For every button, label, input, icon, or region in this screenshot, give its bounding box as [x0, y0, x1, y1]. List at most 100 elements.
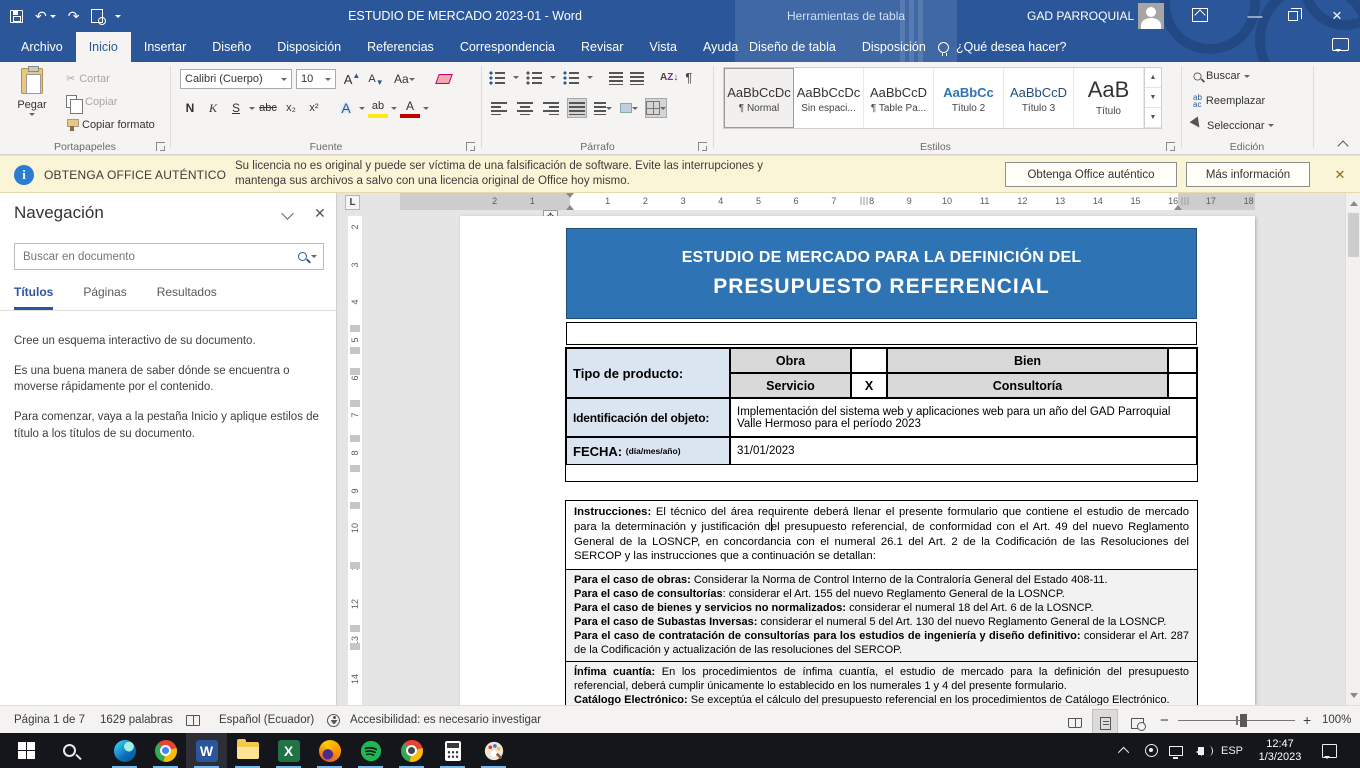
- proofing-icon[interactable]: [186, 706, 200, 734]
- style-heading3[interactable]: AaBbCcDTítulo 3: [1004, 68, 1074, 128]
- decrease-indent-icon[interactable]: [609, 71, 623, 85]
- clear-formatting-button[interactable]: [434, 69, 454, 89]
- edge-taskbar-button[interactable]: [104, 733, 145, 768]
- obra-cell[interactable]: Obra: [730, 348, 851, 373]
- format-painter-button[interactable]: Copiar formato: [62, 117, 159, 133]
- chrome-taskbar-button[interactable]: [145, 733, 186, 768]
- strikethrough-button[interactable]: abc: [258, 98, 278, 118]
- avatar[interactable]: [1138, 3, 1164, 29]
- multilevel-list-icon[interactable]: [563, 71, 580, 85]
- pilcrow-icon[interactable]: ¶: [685, 70, 692, 85]
- network-icon[interactable]: [1164, 733, 1188, 768]
- styles-dialog-launcher[interactable]: [1166, 142, 1175, 151]
- sort-icon[interactable]: AZ↓: [660, 72, 678, 83]
- change-case-button[interactable]: Aa: [394, 69, 415, 89]
- feedback-icon[interactable]: [1332, 38, 1349, 51]
- more-info-button[interactable]: Más información: [1186, 162, 1310, 187]
- object-value-cell[interactable]: Implementación del sistema web y aplicac…: [730, 398, 1197, 437]
- shrink-font-button[interactable]: A▼: [366, 69, 386, 89]
- servicio-mark-cell[interactable]: X: [851, 373, 887, 398]
- ribbon-tab[interactable]: Diseño: [199, 32, 264, 62]
- nav-tab[interactable]: Títulos: [14, 285, 53, 310]
- word-taskbar-button[interactable]: W: [186, 733, 227, 768]
- collapse-ribbon-icon[interactable]: [1336, 138, 1350, 148]
- font-name-combo[interactable]: Calibri (Cuerpo): [180, 69, 292, 89]
- zoom-in-icon[interactable]: +: [1303, 706, 1311, 734]
- clock-tray[interactable]: 12:471/3/2023: [1250, 733, 1310, 768]
- grow-font-button[interactable]: A▲: [342, 69, 362, 89]
- superscript-button[interactable]: x²: [304, 98, 324, 118]
- close-button[interactable]: ×: [1320, 0, 1354, 32]
- doc-empty-row[interactable]: [566, 322, 1197, 345]
- style-title[interactable]: AaBTítulo: [1074, 68, 1144, 128]
- warning-close-icon[interactable]: ✕: [1330, 165, 1350, 185]
- v-ruler[interactable]: 234567891011121314: [348, 216, 362, 705]
- chrome-alt-taskbar-button[interactable]: [391, 733, 432, 768]
- redo-icon[interactable]: ↷: [68, 8, 80, 25]
- print-preview-icon[interactable]: [91, 9, 103, 23]
- date-label-cell[interactable]: FECHA: (día/mes/año): [566, 437, 730, 465]
- nav-search-icon[interactable]: [298, 252, 307, 261]
- product-type-label-cell[interactable]: Tipo de producto:: [566, 348, 730, 398]
- get-office-button[interactable]: Obtenga Office auténtico: [1005, 162, 1177, 187]
- style-table-paragraph[interactable]: AaBbCcD¶ Table Pa...: [864, 68, 934, 128]
- minimize-button[interactable]: —: [1238, 0, 1272, 32]
- numbered-list-icon[interactable]: [526, 71, 543, 85]
- nav-search-caret[interactable]: [311, 255, 317, 261]
- page-indicator[interactable]: Página 1 de 7: [14, 706, 85, 734]
- increase-indent-icon[interactable]: [630, 71, 644, 85]
- firefox-taskbar-button[interactable]: [309, 733, 350, 768]
- highlight-button[interactable]: ab: [368, 98, 388, 118]
- text-effects-button[interactable]: A: [336, 98, 356, 118]
- ribbon-display-options-icon[interactable]: [1192, 8, 1208, 22]
- ribbon-tab[interactable]: Archivo: [8, 32, 76, 62]
- align-center-button[interactable]: [515, 98, 535, 118]
- paste-button[interactable]: Pegar: [10, 68, 54, 119]
- doc-banner[interactable]: ESTUDIO DE MERCADO PARA LA DEFINICIÓN DE…: [566, 228, 1197, 319]
- start-button[interactable]: [6, 733, 47, 768]
- style-normal[interactable]: AaBbCcDc¶ Normal: [724, 68, 794, 128]
- find-button[interactable]: Buscar: [1189, 68, 1254, 84]
- subscript-button[interactable]: x₂: [281, 98, 301, 118]
- copy-button[interactable]: Copiar: [62, 93, 121, 110]
- customize-qat-icon[interactable]: [115, 12, 121, 21]
- ribbon-tab[interactable]: Correspondencia: [447, 32, 568, 62]
- tray-chevron-up-icon[interactable]: [1115, 733, 1135, 768]
- text-effects-caret[interactable]: [359, 107, 365, 113]
- bold-button[interactable]: N: [180, 98, 200, 118]
- restore-button[interactable]: [1276, 0, 1310, 32]
- zoom-level[interactable]: 100%: [1322, 706, 1351, 734]
- word-count[interactable]: 1629 palabras: [100, 706, 173, 734]
- spotify-taskbar-button[interactable]: [350, 733, 391, 768]
- excel-taskbar-button[interactable]: X: [268, 733, 309, 768]
- language-indicator[interactable]: Español (Ecuador): [219, 706, 314, 734]
- servicio-cell[interactable]: Servicio: [730, 373, 851, 398]
- font-dialog-launcher[interactable]: [466, 142, 475, 151]
- zoom-slider-handle[interactable]: [1240, 714, 1247, 727]
- font-color-button[interactable]: A: [400, 98, 420, 118]
- explorer-taskbar-button[interactable]: [227, 733, 268, 768]
- font-color-caret[interactable]: [423, 107, 429, 113]
- object-label-cell[interactable]: Identificación del objeto:: [566, 398, 730, 437]
- nav-chevron-down-icon[interactable]: [281, 207, 294, 220]
- align-right-button[interactable]: [541, 98, 561, 118]
- tab-stop-selector[interactable]: L: [345, 195, 360, 210]
- obra-mark-cell[interactable]: [851, 348, 887, 373]
- save-icon[interactable]: [10, 10, 23, 23]
- taskbar-search-button[interactable]: [49, 733, 90, 768]
- h-ruler[interactable]: 21123456789101112131415161718: [400, 193, 1255, 210]
- accessibility-status[interactable]: Accesibilidad: es necesario investigar: [350, 706, 541, 734]
- meet-now-icon[interactable]: [1140, 733, 1162, 768]
- highlight-caret[interactable]: [391, 107, 397, 113]
- calculator-taskbar-button[interactable]: [432, 733, 473, 768]
- borders-button[interactable]: [645, 98, 667, 118]
- select-button[interactable]: Seleccionar: [1189, 116, 1278, 135]
- accessibility-icon[interactable]: [327, 706, 340, 734]
- font-size-combo[interactable]: 10: [296, 69, 336, 89]
- shading-button[interactable]: [619, 98, 639, 118]
- contextual-tab[interactable]: Disposición: [849, 32, 939, 62]
- style-no-spacing[interactable]: AaBbCcDcSin espaci...: [794, 68, 864, 128]
- ribbon-tab[interactable]: Revisar: [568, 32, 636, 62]
- date-value-cell[interactable]: 31/01/2023: [730, 437, 1197, 465]
- underline-button[interactable]: S: [226, 98, 246, 118]
